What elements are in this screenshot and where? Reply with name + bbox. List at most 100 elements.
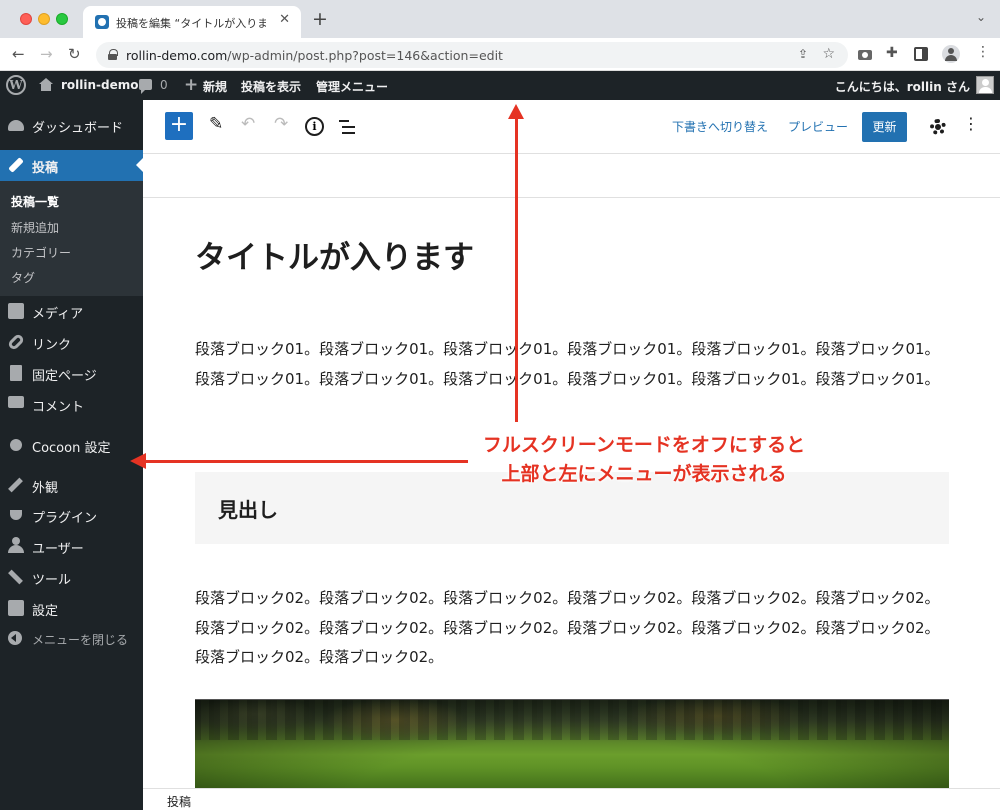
page-icon (10, 365, 22, 381)
sidebar-item-comments[interactable]: コメント (0, 389, 143, 419)
sidebar-item-settings[interactable]: 設定 (0, 593, 143, 623)
paragraph-block-2[interactable]: 段落ブロック02。段落ブロック02。段落ブロック02。段落ブロック02。段落ブロ… (195, 584, 949, 673)
image-block-park[interactable] (195, 699, 949, 788)
comment-icon[interactable] (139, 79, 152, 94)
browser-menu-icon[interactable]: ⋮ (976, 44, 990, 60)
annotation-arrowhead-left (130, 453, 146, 469)
sidebar-item-label: メニューを閉じる (32, 633, 129, 647)
user-greeting[interactable]: こんにちは、rollin さん (835, 78, 970, 95)
submenu-item-tags[interactable]: タグ (11, 269, 35, 286)
maximize-window-button[interactable] (56, 13, 68, 25)
site-favicon-icon (95, 15, 109, 29)
editor-canvas: タイトルが入ります 段落ブロック01。段落ブロック01。段落ブロック01。段落ブ… (143, 198, 1000, 788)
url-host: rollin-demo.com (126, 48, 228, 63)
preview-button[interactable]: プレビュー (788, 118, 848, 135)
submenu-item-all-posts[interactable]: 投稿一覧 (11, 193, 59, 210)
side-panel-icon[interactable] (914, 47, 928, 61)
plugin-icon (10, 510, 22, 520)
profile-avatar-icon[interactable] (942, 45, 960, 63)
sidebar-item-links[interactable]: リンク (0, 327, 143, 357)
minimize-window-button[interactable] (38, 13, 50, 25)
edit-pencil-icon[interactable]: ✎ (209, 114, 223, 134)
wordpress-logo-icon[interactable]: W (6, 75, 26, 95)
tab-search-icon[interactable]: ⌄ (976, 10, 986, 24)
browser-tab[interactable]: 投稿を編集 “タイトルが入ります” ✕ (83, 6, 301, 38)
post-title[interactable]: タイトルが入ります (195, 232, 474, 277)
link-icon (6, 332, 26, 352)
share-icon[interactable]: ⇪ (798, 47, 808, 61)
more-options-icon[interactable]: ⋮ (963, 114, 979, 133)
comments-count[interactable]: 0 (160, 78, 168, 92)
editor-top-spacer (143, 154, 1000, 198)
reload-icon[interactable]: ↻ (68, 45, 81, 63)
sidebar-item-appearance[interactable]: 外観 (0, 470, 143, 500)
sidebar-item-dashboard[interactable]: ダッシュボード (0, 110, 143, 140)
sidebar-item-plugins[interactable]: プラグイン (0, 500, 143, 530)
pushpin-icon (8, 157, 24, 173)
view-post-link[interactable]: 投稿を表示 (241, 78, 301, 95)
admin-menu-link[interactable]: 管理メニュー (316, 78, 388, 95)
posts-submenu: 投稿一覧 新規追加 カテゴリー タグ (0, 181, 143, 296)
sidebar-item-label: コメント (32, 400, 85, 415)
address-bar[interactable]: rollin-demo.com/wp-admin/post.php?post=1… (96, 42, 848, 68)
sidebar-item-label: プラグイン (32, 511, 98, 526)
sidebar-item-label: ツール (32, 573, 72, 588)
close-window-button[interactable] (20, 13, 32, 25)
dashboard-gauge-icon (8, 120, 24, 131)
close-tab-icon[interactable]: ✕ (279, 12, 290, 27)
submenu-item-categories[interactable]: カテゴリー (11, 244, 71, 261)
site-name-link[interactable]: rollin-demo (61, 78, 139, 92)
extensions-puzzle-icon[interactable]: ✚ (886, 45, 900, 61)
editor-footer: 投稿 (143, 788, 1000, 810)
sidebar-item-media[interactable]: メディア (0, 296, 143, 326)
block-breadcrumb[interactable]: 投稿 (167, 793, 191, 810)
admin-sidebar: ダッシュボード 投稿 投稿一覧 新規追加 カテゴリー タグ メディア リンク 固… (0, 100, 143, 810)
annotation-line-2: 上部と左にメニューが表示される (501, 463, 787, 485)
collapse-arrow-icon (8, 631, 22, 645)
browser-toolbar: ← → ↻ rollin-demo.com/wp-admin/post.php?… (0, 38, 1000, 71)
sidebar-collapse-menu[interactable]: メニューを閉じる (0, 624, 143, 654)
url-text: rollin-demo.com/wp-admin/post.php?post=1… (126, 48, 503, 63)
sidebar-item-users[interactable]: ユーザー (0, 531, 143, 561)
sidebar-item-label: 固定ページ (32, 369, 97, 384)
undo-icon[interactable]: ↶ (241, 114, 255, 134)
comment-icon (8, 396, 24, 408)
sidebar-item-label: ダッシュボード (32, 121, 124, 136)
bookmark-star-icon[interactable]: ☆ (822, 46, 835, 62)
settings-gear-icon[interactable] (930, 119, 946, 135)
sidebar-item-label: メディア (32, 307, 84, 322)
heading-text: 見出し (218, 498, 278, 522)
sidebar-item-tools[interactable]: ツール (0, 562, 143, 592)
sidebar-item-pages[interactable]: 固定ページ (0, 358, 143, 388)
editor-toolbar: + ✎ ↶ ↷ i 下書きへ切り替え プレビュー 更新 ⋮ (143, 100, 1000, 154)
sidebar-item-label: ユーザー (32, 542, 84, 557)
user-avatar-icon[interactable] (976, 76, 994, 94)
url-path: /wp-admin/post.php?post=146&action=edit (227, 48, 503, 63)
annotation-arrowhead-up (508, 104, 524, 119)
list-view-icon[interactable] (339, 120, 355, 134)
settings-sliders-icon (8, 600, 24, 616)
switch-to-draft-button[interactable]: 下書きへ切り替え (672, 118, 768, 135)
add-block-button[interactable]: + (165, 112, 193, 140)
forward-icon[interactable]: → (40, 45, 53, 63)
redo-icon[interactable]: ↷ (274, 114, 288, 134)
submenu-item-add-new[interactable]: 新規追加 (11, 219, 59, 236)
wp-admin-bar: W rollin-demo 0 + 新規 投稿を表示 管理メニュー こんにちは、… (0, 71, 1000, 100)
sidebar-item-label: Cocoon 設定 (32, 441, 111, 456)
update-button[interactable]: 更新 (862, 112, 907, 142)
details-info-icon[interactable]: i (305, 117, 324, 136)
sidebar-item-cocoon-settings[interactable]: Cocoon 設定 (0, 430, 143, 460)
camera-extension-icon[interactable] (858, 47, 872, 61)
home-icon (39, 78, 53, 92)
paintbrush-icon (8, 477, 23, 493)
tab-title: 投稿を編集 “タイトルが入ります” (116, 17, 266, 30)
sidebar-item-posts[interactable]: 投稿 (0, 150, 143, 181)
new-tab-icon[interactable]: + (312, 8, 328, 30)
media-icon (8, 303, 24, 319)
back-icon[interactable]: ← (12, 45, 25, 63)
annotation-arrow-left (146, 460, 468, 463)
lock-icon (108, 49, 118, 60)
paragraph-block-1[interactable]: 段落ブロック01。段落ブロック01。段落ブロック01。段落ブロック01。段落ブロ… (195, 335, 949, 394)
new-content-link[interactable]: 新規 (203, 78, 227, 95)
plus-icon: + (184, 75, 199, 95)
